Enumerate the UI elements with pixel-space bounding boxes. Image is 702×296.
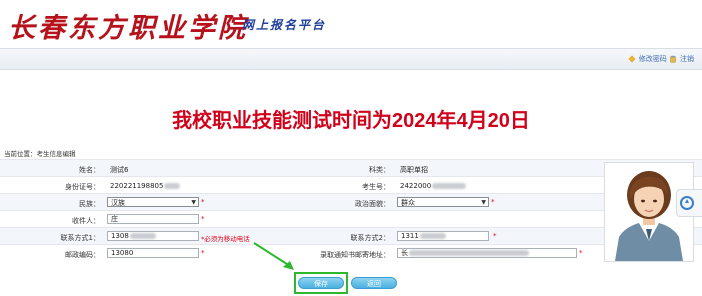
receiver-input[interactable]: 庄 — [107, 214, 199, 224]
blurred-text — [419, 233, 446, 239]
postcode-value: 13080 — [111, 249, 134, 257]
change-password-link[interactable]: 修改密码 — [639, 55, 667, 63]
contact2-label: 联系方式2： — [350, 234, 390, 242]
contact1-label: 联系方式1： — [60, 234, 100, 242]
blurred-text — [432, 183, 467, 189]
name-label: 姓名： — [79, 166, 100, 174]
nation-selected-value: 汉族 — [111, 199, 125, 207]
category-label: 科类： — [369, 166, 390, 174]
contact1-hint: *必须为移动电话 — [201, 235, 250, 243]
logout-icon — [670, 55, 676, 63]
exam-no-value: 2422000 — [400, 182, 467, 190]
key-icon — [628, 55, 636, 63]
receiver-value: 庄 — [111, 215, 118, 223]
form-row: 民族： 汉族 ▼ * 政治面貌： 群众 ▼ * — [0, 193, 702, 211]
arrow-annotation-icon — [253, 242, 294, 270]
receiver-label: 收件人： — [72, 217, 100, 225]
school-name: 长春东方职业学院 — [8, 13, 248, 44]
idcard-value: 220221198805 — [110, 182, 181, 190]
nation-select[interactable]: 汉族 ▼ — [107, 197, 199, 207]
postcode-label: 邮政编码： — [65, 251, 100, 259]
chevron-down-icon: ▼ — [481, 199, 486, 206]
save-button[interactable]: 保存 — [298, 277, 344, 289]
form-row: 姓名： 测试6 科类： 高职单招 — [0, 159, 702, 177]
category-value: 高职单招 — [400, 166, 428, 174]
form-row: 身份证号： 220221198805 考生号： 2422000 — [0, 176, 702, 194]
blurred-text — [164, 183, 181, 189]
required-mark: * — [493, 232, 497, 240]
form-row: 收件人： 庄 * — [0, 210, 702, 228]
required-mark: * — [579, 249, 583, 257]
platform-name: 网上报名平台 — [242, 18, 327, 32]
address-value: 长 — [401, 249, 408, 257]
idcard-label: 身份证号： — [65, 183, 100, 191]
politics-select[interactable]: 群众 ▼ — [397, 197, 489, 207]
blurred-text — [409, 250, 529, 256]
exam-no-text: 2422000 — [400, 182, 432, 190]
address-label: 录取通知书邮寄地址： — [320, 251, 390, 259]
address-input[interactable]: 长 — [397, 248, 577, 258]
refresh-icon — [680, 196, 694, 210]
required-mark: * — [491, 198, 495, 206]
contact2-value: 1311 — [401, 232, 419, 240]
side-help-tab[interactable] — [676, 189, 702, 217]
required-mark: * — [201, 249, 205, 257]
politics-label: 政治面貌： — [355, 200, 390, 208]
politics-selected-value: 群众 — [401, 199, 415, 207]
postcode-input[interactable]: 13080 — [107, 248, 199, 258]
exam-date-notice: 我校职业技能测试时间为2024年4月20日 — [172, 110, 530, 132]
top-toolbar: 修改密码 注销 — [0, 48, 702, 70]
form-row: 邮政编码： 13080 * 录取通知书邮寄地址： 长 * — [0, 244, 702, 262]
logout-link[interactable]: 注销 — [680, 55, 694, 63]
site-header: 长春东方职业学院 网上报名平台 — [0, 0, 702, 44]
form-row: 联系方式1： 1308 *必须为移动电话 联系方式2： 1311 * — [0, 227, 702, 245]
required-mark: * — [201, 198, 205, 206]
required-mark: * — [201, 215, 205, 223]
nation-label: 民族： — [79, 200, 100, 208]
chevron-down-icon: ▼ — [191, 199, 196, 206]
contact1-input[interactable]: 1308 — [107, 231, 199, 241]
exam-no-label: 考生号： — [362, 183, 390, 191]
breadcrumb: 当前位置：考生信息编辑 — [4, 150, 76, 158]
contact1-value: 1308 — [111, 232, 129, 240]
idcard-text: 220221198805 — [110, 182, 164, 190]
top-links: 修改密码 注销 — [628, 54, 694, 64]
contact2-input[interactable]: 1311 — [397, 231, 489, 241]
name-value: 测试6 — [110, 166, 129, 174]
blurred-text — [129, 233, 156, 239]
back-button[interactable]: 返回 — [351, 277, 397, 289]
